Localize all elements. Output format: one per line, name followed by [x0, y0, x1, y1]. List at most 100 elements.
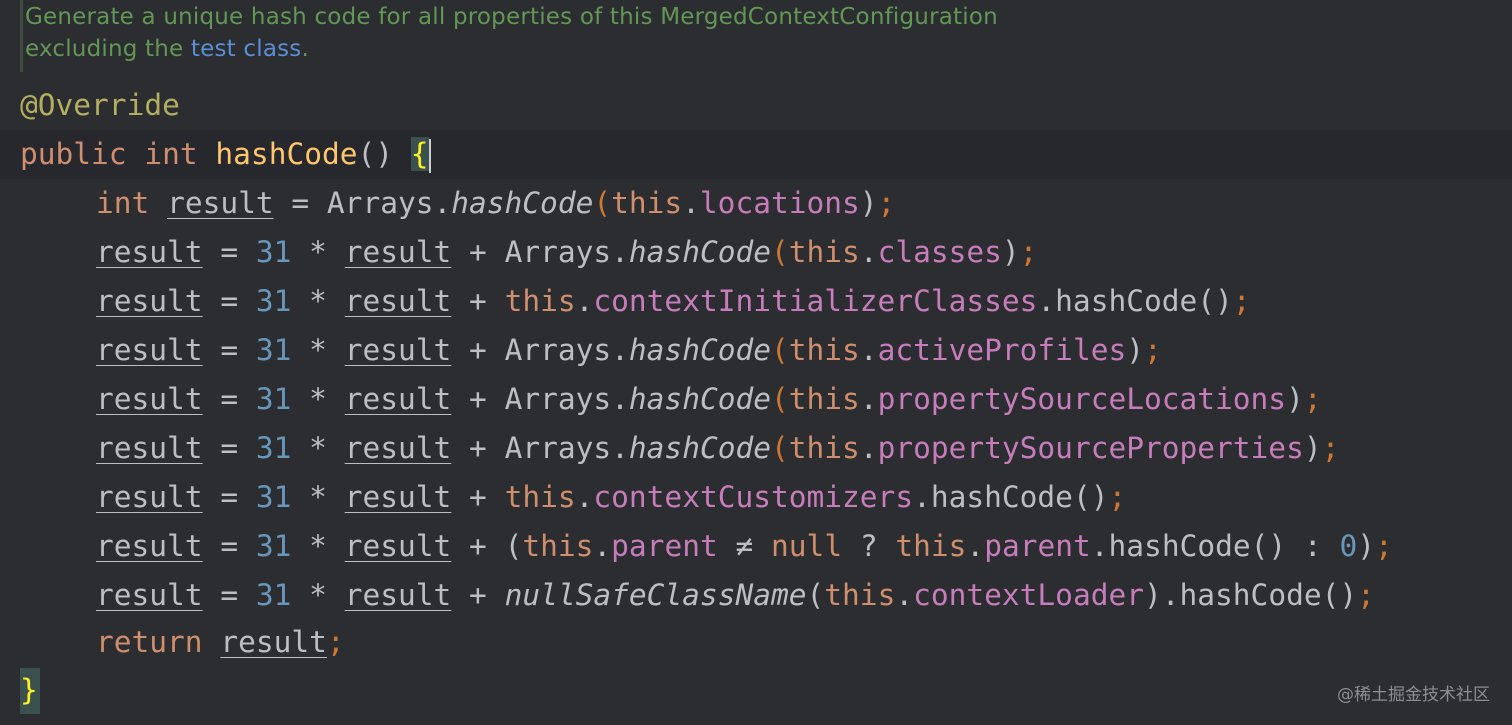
open-brace: { — [410, 137, 429, 171]
paren-open: ( — [504, 529, 523, 563]
call-hashcode: hashCode() — [1179, 578, 1358, 612]
paren-open: ( — [771, 235, 789, 269]
semicolon: ; — [1232, 284, 1251, 318]
semicolon: ; — [1321, 431, 1340, 465]
code-line-result[interactable]: result = 31 * result + Arrays.hashCode(t… — [96, 326, 1162, 375]
call-hashcode: hashCode — [451, 186, 594, 220]
assign-op: = — [202, 382, 256, 416]
plus-op: + — [451, 235, 505, 269]
assign-arrays: = Arrays. — [273, 186, 452, 220]
number-31: 31 — [255, 235, 292, 269]
field-name: propertySourceProperties — [877, 431, 1304, 465]
paren-close: ) — [1357, 529, 1375, 563]
dot: . — [913, 480, 931, 514]
assign-op: = — [202, 578, 256, 612]
arrays-class: Arrays. — [504, 333, 629, 367]
code-line-result[interactable]: result = 31 * result + nullSafeClassName… — [96, 571, 1375, 620]
dot: . — [575, 284, 594, 318]
variable-result: result — [344, 284, 452, 318]
method-name-hashcode[interactable]: hashCode — [215, 137, 357, 171]
watermark: @稀土掘金技术社区 — [1337, 685, 1490, 705]
dot: . — [1090, 529, 1109, 563]
multiply-op: * — [291, 284, 345, 318]
keyword-this: this — [504, 284, 576, 318]
paren-open: ( — [806, 578, 825, 612]
colon-op: : — [1286, 529, 1340, 563]
variable-result: result — [96, 235, 203, 269]
keyword-int: int — [144, 137, 198, 171]
dot: . — [859, 333, 878, 367]
multiply-op: * — [291, 431, 345, 465]
return-statement[interactable]: return result; — [96, 618, 345, 667]
multiply-op: * — [291, 480, 345, 514]
method-signature[interactable]: public int hashCode() { — [20, 130, 431, 179]
code-line-result[interactable]: result = 31 * result + Arrays.hashCode(t… — [96, 424, 1339, 473]
keyword-this: this — [788, 235, 860, 269]
javadoc-line-1: Generate a unique hash code for all prop… — [25, 4, 998, 30]
variable-result: result — [344, 529, 452, 563]
text-caret — [428, 138, 431, 173]
signature-parens: () — [357, 137, 394, 171]
code-line-decl[interactable]: int result = Arrays.hashCode(this.locati… — [96, 179, 895, 228]
code-line-result[interactable]: result = 31 * result + this.contextIniti… — [96, 277, 1251, 326]
paren-close: ) — [1303, 431, 1322, 465]
dot: . — [682, 186, 700, 220]
javadoc-line-2: excluding the test class. — [25, 36, 309, 62]
keyword-this: this — [788, 382, 860, 416]
paren-open: ( — [771, 382, 789, 416]
paren-close: ) — [1126, 333, 1144, 367]
multiply-op: * — [291, 382, 345, 416]
keyword-this: this — [522, 529, 594, 563]
override-annotation: @Override — [20, 88, 180, 122]
plus-op: + — [451, 284, 505, 318]
dot: . — [859, 382, 878, 416]
code-line-result[interactable]: result = 31 * result + (this.parent ≠ nu… — [96, 522, 1393, 571]
keyword-this: this — [504, 480, 576, 514]
field-name: contextInitializerClasses — [593, 284, 1038, 318]
assign-op: = — [202, 333, 256, 367]
javadoc-link-test-class[interactable]: test class — [191, 36, 302, 62]
field-name: parent — [984, 529, 1091, 563]
assign-op: = — [202, 529, 256, 563]
number-31: 31 — [255, 431, 292, 465]
ternary-op: ? — [842, 529, 896, 563]
code-line-result[interactable]: result = 31 * result + Arrays.hashCode(t… — [96, 375, 1322, 424]
field-locations: locations — [699, 186, 860, 220]
plus-op: + — [451, 529, 505, 563]
call-hashcode: hashCode() — [1055, 284, 1233, 318]
arrays-class: Arrays. — [504, 431, 629, 465]
variable-result: result — [96, 382, 203, 416]
variable-result: result — [344, 578, 452, 612]
assign-op: = — [202, 431, 256, 465]
keyword-public: public — [20, 137, 127, 171]
number-31: 31 — [255, 529, 292, 563]
multiply-op: * — [291, 235, 345, 269]
closing-brace: } — [20, 673, 38, 707]
semicolon: ; — [877, 186, 896, 220]
dot: . — [859, 235, 878, 269]
keyword-null: null — [771, 529, 843, 563]
code-line-result[interactable]: result = 31 * result + this.contextCusto… — [96, 473, 1126, 522]
dot: . — [859, 431, 878, 465]
field-name: contextLoader — [913, 578, 1144, 612]
code-line-result[interactable]: result = 31 * result + Arrays.hashCode(t… — [96, 228, 1037, 277]
keyword-this: this — [788, 431, 860, 465]
multiply-op: * — [291, 333, 345, 367]
paren-open: ( — [771, 431, 789, 465]
number-31: 31 — [255, 382, 292, 416]
variable-result: result — [344, 480, 452, 514]
javadoc-text: excluding the — [25, 36, 191, 62]
keyword-return: return — [96, 625, 203, 659]
call-hashcode: hashCode — [628, 431, 771, 465]
variable-result: result — [96, 529, 203, 563]
dot: . — [966, 529, 985, 563]
call-hashcode: hashCode — [628, 235, 771, 269]
number-31: 31 — [255, 480, 292, 514]
code-editor[interactable]: Generate a unique hash code for all prop… — [0, 0, 1512, 725]
number-0: 0 — [1339, 529, 1358, 563]
semicolon: ; — [1357, 578, 1375, 612]
plus-op: + — [451, 382, 505, 416]
arrays-class: Arrays. — [504, 382, 629, 416]
paren-close: ) — [859, 186, 878, 220]
semicolon: ; — [1144, 333, 1162, 367]
